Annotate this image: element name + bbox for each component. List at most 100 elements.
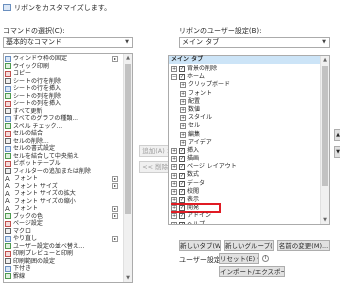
tree-item[interactable]: + ✓ 開発 — [171, 203, 319, 214]
command-list-item[interactable]: A フォント ▸ — [5, 205, 122, 213]
expand-icon[interactable]: + — [171, 66, 177, 73]
command-list-item[interactable]: セルの書式設定 — [5, 145, 122, 153]
expand-icon[interactable]: + — [180, 123, 186, 130]
command-list-item[interactable]: すべて更新 — [5, 108, 122, 116]
ribbon-tree[interactable]: メイン タブ + ✓ 背景の削除 − ✓ ホーム + クリップボード + フォント + 配置 + 数値 + ス… — [168, 55, 330, 225]
expand-icon[interactable]: + — [171, 172, 177, 179]
ribbon-tabs-dropdown[interactable]: メイン タブ ▼ — [179, 37, 330, 48]
tree-item[interactable]: +✓ヘルプ — [171, 221, 319, 224]
command-list-item[interactable]: ウィンドウ枠の固定 ▸ — [5, 55, 122, 63]
commands-list[interactable]: ウィンドウ枠の固定 ▸ ウイック印刷 コピー シートの行を削除 シートの行を挿入 シートの列… — [3, 53, 133, 283]
expand-icon[interactable]: + — [171, 180, 177, 187]
tree-item[interactable]: + ✓ 挿入 — [171, 147, 319, 155]
tree-item[interactable]: + ✓ データ — [171, 180, 319, 188]
chevron-down-icon[interactable]: ▼ — [320, 38, 328, 47]
rename-button[interactable]: 名前の変更(M)... — [277, 240, 330, 251]
command-list-item[interactable]: スペル チェック... — [5, 123, 122, 131]
tree-item[interactable]: + アイデア — [171, 139, 319, 147]
command-list-item[interactable]: マクロ — [5, 228, 122, 236]
expand-icon[interactable]: + — [171, 221, 177, 224]
command-list-item[interactable]: ピボットテーブル — [5, 160, 122, 168]
command-list-item[interactable]: A フォント サイズ ▸ — [5, 183, 122, 191]
command-list-item[interactable]: コピー — [5, 70, 122, 78]
tree-item[interactable]: + 数値 — [171, 106, 319, 114]
tree-item[interactable]: + ✓ アドイン — [171, 212, 319, 220]
command-list-item[interactable]: ウイック印刷 — [5, 63, 122, 71]
command-list-item[interactable]: A フォント サイズの拡大 — [5, 190, 122, 198]
tree-item[interactable]: + スタイル — [171, 114, 319, 122]
command-list-item[interactable]: シートの列を削除 — [5, 93, 122, 101]
command-list-item[interactable]: A フォント ▸ — [5, 175, 122, 183]
move-down-button[interactable]: ▼ — [334, 146, 340, 158]
command-list-item[interactable]: シートの列を挿入 — [5, 100, 122, 108]
reset-button[interactable]: リセット(E) ▾ — [219, 253, 259, 264]
command-list-item[interactable]: セルの削除... — [5, 138, 122, 146]
command-list-item[interactable]: 印刷範囲の設定 — [5, 258, 122, 266]
move-up-button[interactable]: ▲ — [334, 129, 340, 141]
collapse-icon[interactable]: − — [171, 74, 177, 81]
command-list-item[interactable]: すべてのグラフの種類... — [5, 115, 122, 123]
commands-scrollbar[interactable]: ▲ ▼ — [123, 54, 132, 282]
command-list-item[interactable]: A フォント サイズの縮小 — [5, 198, 122, 206]
expand-icon[interactable]: + — [180, 115, 186, 122]
tree-item[interactable]: + 配置 — [171, 98, 319, 106]
command-list-item[interactable]: セルの結合 — [5, 130, 122, 138]
tab-checkbox[interactable]: ✓ — [179, 147, 185, 154]
command-list-item[interactable]: 下付き — [5, 265, 122, 273]
tab-checkbox[interactable]: ✓ — [179, 213, 185, 220]
scroll-thumb[interactable] — [125, 64, 131, 214]
tree-item[interactable]: + クリップボード — [171, 81, 319, 89]
expand-icon[interactable]: + — [171, 213, 177, 220]
scroll-down-icon[interactable]: ▼ — [124, 274, 132, 282]
tab-checkbox[interactable]: ✓ — [179, 172, 185, 179]
tab-checkbox[interactable]: ✓ — [179, 188, 185, 195]
tree-item[interactable]: + ✓ 数式 — [171, 171, 319, 179]
tab-checkbox[interactable]: ✓ — [179, 66, 185, 73]
command-list-item[interactable]: ユーザー設定の並べ替え... — [5, 243, 122, 251]
scroll-up-icon[interactable]: ▲ — [124, 54, 132, 62]
quick-print-icon — [5, 63, 11, 70]
command-list-item[interactable]: やり直し ▸ — [5, 235, 122, 243]
tree-item[interactable]: + フォント — [171, 90, 319, 98]
tab-checkbox[interactable]: ✓ — [179, 221, 185, 224]
command-list-item[interactable]: 罫線 — [5, 273, 122, 281]
expand-icon[interactable]: + — [180, 82, 186, 89]
new-tab-button[interactable]: 新しいタブ(W) — [179, 240, 221, 251]
tab-checkbox[interactable]: ✓ — [179, 164, 185, 171]
command-list-item[interactable]: 印刷プレビューと印刷 — [5, 250, 122, 258]
tab-checkbox[interactable]: ✓ — [179, 74, 185, 81]
tree-item[interactable]: + ✓ 校閲 — [171, 188, 319, 196]
tab-checkbox[interactable]: ✓ — [179, 156, 185, 163]
tree-header[interactable]: メイン タブ — [169, 56, 329, 65]
new-group-button[interactable]: 新しいグループ(N) — [224, 240, 274, 251]
tree-item[interactable]: + 編集 — [171, 131, 319, 139]
scroll-down-icon[interactable]: ▼ — [321, 216, 329, 224]
tree-scrollbar[interactable]: ▲ ▼ — [320, 56, 329, 224]
tree-item[interactable]: + ✓ 背景の削除 — [171, 65, 319, 73]
expand-icon[interactable]: + — [171, 197, 177, 204]
scroll-up-icon[interactable]: ▲ — [321, 56, 329, 64]
commands-dropdown[interactable]: 基本的なコマンド ▼ — [3, 37, 133, 48]
expand-icon[interactable]: + — [180, 131, 186, 138]
expand-icon[interactable]: + — [180, 90, 186, 97]
command-list-item[interactable]: ブックの色 ▸ — [5, 213, 122, 221]
scroll-thumb[interactable] — [322, 66, 328, 186]
expand-icon[interactable]: + — [171, 156, 177, 163]
chevron-down-icon[interactable]: ▼ — [123, 38, 131, 47]
command-list-item[interactable]: ページ設定 — [5, 220, 122, 228]
command-list-item[interactable]: フィルターの追加または削除 — [5, 168, 122, 176]
expand-icon[interactable]: + — [171, 147, 177, 154]
tab-checkbox[interactable]: ✓ — [179, 197, 185, 204]
command-list-item[interactable]: シートの行を削除 — [5, 78, 122, 86]
expand-icon[interactable]: + — [180, 98, 186, 105]
user-settings-label: ユーザー設定: — [179, 256, 224, 264]
expand-icon[interactable]: + — [180, 107, 186, 114]
tree-item[interactable]: + セル — [171, 122, 319, 130]
tab-checkbox[interactable]: ✓ — [179, 180, 185, 187]
expand-icon[interactable]: + — [180, 139, 186, 146]
expand-icon[interactable]: + — [171, 188, 177, 195]
command-list-item[interactable]: セルを結合して中央揃え — [5, 153, 122, 161]
expand-icon[interactable]: + — [171, 164, 177, 171]
command-list-item[interactable]: シートの行を挿入 — [5, 85, 122, 93]
import-export-button[interactable]: インポート/エクスポート(P) ▾ — [219, 266, 285, 277]
